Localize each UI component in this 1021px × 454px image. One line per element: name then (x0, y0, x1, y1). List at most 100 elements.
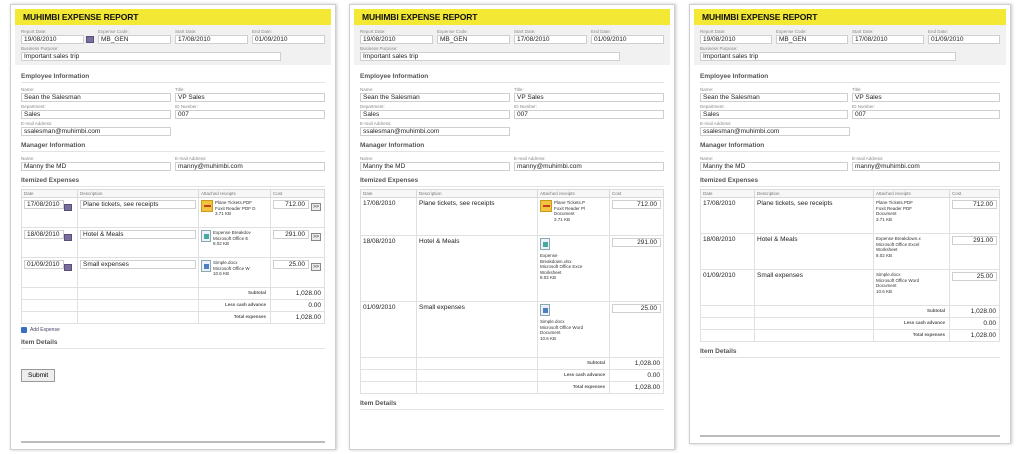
manager-section-title: Manager Information (21, 142, 325, 152)
calendar-icon[interactable] (64, 233, 72, 241)
expense-description-value: Hotel & Meals (416, 235, 538, 302)
add-expense-link[interactable]: Add Expense (21, 327, 325, 333)
employee-email-value: ssalesman@muhimbi.com (360, 127, 510, 136)
expense-date-input[interactable]: 17/08/2010 (24, 200, 64, 209)
less-cash-label: Less cash advance (873, 317, 950, 330)
table-row: 17/08/2010 Plane tickets, see receipts P… (21, 197, 325, 228)
bottom-divider (700, 435, 1000, 437)
less-cash-value: 0.00 (949, 317, 1000, 330)
item-details-title: Item Details (700, 348, 1000, 358)
id-number-value: 007 (852, 110, 1000, 119)
word-icon (540, 304, 550, 316)
expense-code-value: MB_GEN (776, 35, 848, 44)
receipt-size: 3.71 KB (215, 211, 232, 216)
receipt-item[interactable]: Expense Breakdown.x Microsoft Office Exce… (876, 236, 947, 258)
col-description-header: Description (754, 189, 874, 198)
report-header-box: Report Date: 19/08/2010 Expense Code: MB… (354, 25, 670, 65)
calendar-icon[interactable] (86, 36, 94, 43)
report-title: MUHIMBI EXPENSE REPORT (694, 9, 1006, 25)
employee-section-title: Employee Information (21, 73, 325, 83)
expense-cost-value: 25.00 (612, 304, 661, 313)
receipt-item[interactable]: Expense Breakdov Microsoft Office E 8.02 K… (201, 230, 268, 247)
expense-cost-value: 712.00 (612, 200, 661, 209)
report-title: MUHIMBI EXPENSE REPORT (354, 9, 670, 25)
total-value: 1,028.00 (949, 329, 1000, 342)
receipt-size: 8.02 KB (213, 241, 230, 246)
col-cost-header: Cost (270, 189, 325, 198)
receipt-item[interactable]: Simple.docx Microsoft Office Word Document… (540, 304, 607, 341)
more-arrows-icon[interactable]: >> (311, 263, 321, 272)
report-date-value: 19/08/2010 (700, 35, 772, 44)
employee-title-input[interactable]: VP Sales (175, 93, 325, 102)
business-purpose-value: Important sales trip (700, 52, 956, 61)
total-label: Total expenses (198, 311, 271, 324)
expense-code-input[interactable]: MB_GEN (98, 35, 171, 44)
itemized-section-title: Itemized Expenses (360, 177, 664, 187)
expense-date-value: 18/08/2010 (360, 235, 417, 302)
expense-cost-input[interactable]: 291.00 (273, 230, 309, 239)
expense-cost-input[interactable]: 25.00 (273, 260, 309, 269)
col-receipts-header: Attached receipts (873, 189, 950, 198)
table-row: 17/08/2010 Plane tickets, see receipts P… (360, 197, 664, 236)
start-date-value: 17/08/2010 (514, 35, 587, 44)
subtotal-value: 1,028.00 (949, 305, 1000, 318)
expense-date-value: 18/08/2010 (700, 233, 755, 270)
expense-form-panel-final: MUHIMBI EXPENSE REPORT Report Date: 19/0… (689, 4, 1011, 444)
manager-name-value: Manny the MD (700, 162, 848, 171)
report-header-box: Report Date: 19/08/2010 Expense Code: MB… (15, 25, 331, 65)
receipt-item[interactable]: Plane Tickets.P Foxit Reader Pl Document 3.… (540, 200, 607, 222)
expense-cost-value: 291.00 (952, 236, 997, 245)
employee-name-input[interactable]: Sean the Salesman (21, 93, 171, 102)
expense-description-input[interactable]: Small expenses (80, 260, 196, 269)
id-number-input[interactable]: 007 (175, 110, 325, 119)
business-purpose-input[interactable]: Important sales trip (21, 52, 281, 61)
less-cash-value: 0.00 (609, 369, 664, 382)
manager-email-value: manny@muhimbi.com (852, 162, 1000, 171)
table-row: 01/09/2010 Small expenses Simple.docx Mic… (21, 257, 325, 288)
employee-email-input[interactable]: ssalesman@muhimbi.com (21, 127, 171, 136)
expense-cost-input[interactable]: 712.00 (273, 200, 309, 209)
end-date-value: 01/09/2010 (928, 35, 1000, 44)
manager-section-title: Manager Information (360, 142, 664, 152)
receipt-size: 10.6 KB (540, 335, 557, 341)
report-header-box: Report Date: 19/08/2010 Expense Code: MB… (694, 25, 1006, 65)
pdf-icon (201, 200, 213, 212)
receipt-item[interactable]: Plane Tickets.PDF Foxit Reader PDF Documen… (876, 200, 947, 222)
receipt-item[interactable]: Simple.docx Microsoft Office Word Document… (876, 272, 947, 294)
expense-cost-value: 25.00 (952, 272, 997, 281)
receipt-size: 8.02 KB (540, 275, 557, 280)
less-cash-label: Less cash advance (198, 299, 271, 312)
bottom-divider (21, 441, 325, 443)
add-icon (21, 327, 27, 333)
expense-form-panel-edit: MUHIMBI EXPENSE REPORT Report Date: 19/0… (10, 4, 336, 450)
submit-button[interactable]: Submit (21, 369, 56, 382)
expense-description-input[interactable]: Hotel & Meals (80, 230, 196, 239)
expense-date-input[interactable]: 18/08/2010 (24, 230, 64, 239)
receipt-item[interactable]: Simple.docx Microsoft Office W 10.6 KB (201, 260, 268, 277)
receipt-item[interactable]: Expense Breakdown.xlsx Microsoft Office Ex… (540, 238, 607, 281)
total-value: 1,028.00 (609, 381, 664, 394)
receipt-size: 10.6 KB (876, 288, 893, 294)
id-number-value: 007 (514, 110, 664, 119)
manager-email-input[interactable]: manny@muhimbi.com (175, 162, 325, 171)
less-cash-input[interactable]: 0.00 (270, 299, 325, 312)
expense-date-input[interactable]: 01/09/2010 (24, 260, 64, 269)
end-date-input[interactable]: 01/09/2010 (252, 35, 325, 44)
manager-name-input[interactable]: Manny the MD (21, 162, 171, 171)
report-date-input[interactable]: 19/08/2010 (21, 35, 84, 44)
expense-description-input[interactable]: Plane tickets, see receipts (80, 200, 196, 209)
receipt-size: 3.71 KB (876, 216, 893, 222)
subtotal-label: Subtotal (537, 357, 610, 370)
department-input[interactable]: Sales (21, 110, 171, 119)
more-arrows-icon[interactable]: >> (311, 233, 321, 242)
receipt-item[interactable]: Plane Tickets.PDF Foxit Reader PDF D 3.71 … (201, 200, 268, 217)
receipt-filename: Plane Tickets.PDF (215, 200, 253, 205)
start-date-value: 17/08/2010 (852, 35, 924, 44)
more-arrows-icon[interactable]: >> (311, 203, 321, 212)
calendar-icon[interactable] (64, 203, 72, 211)
start-date-input[interactable]: 17/08/2010 (175, 35, 248, 44)
calendar-icon[interactable] (64, 263, 72, 271)
expense-cost-value: 712.00 (952, 200, 997, 209)
subtotal-value: 1,028.00 (609, 357, 664, 370)
receipt-size: 3.71 KB (554, 216, 571, 222)
